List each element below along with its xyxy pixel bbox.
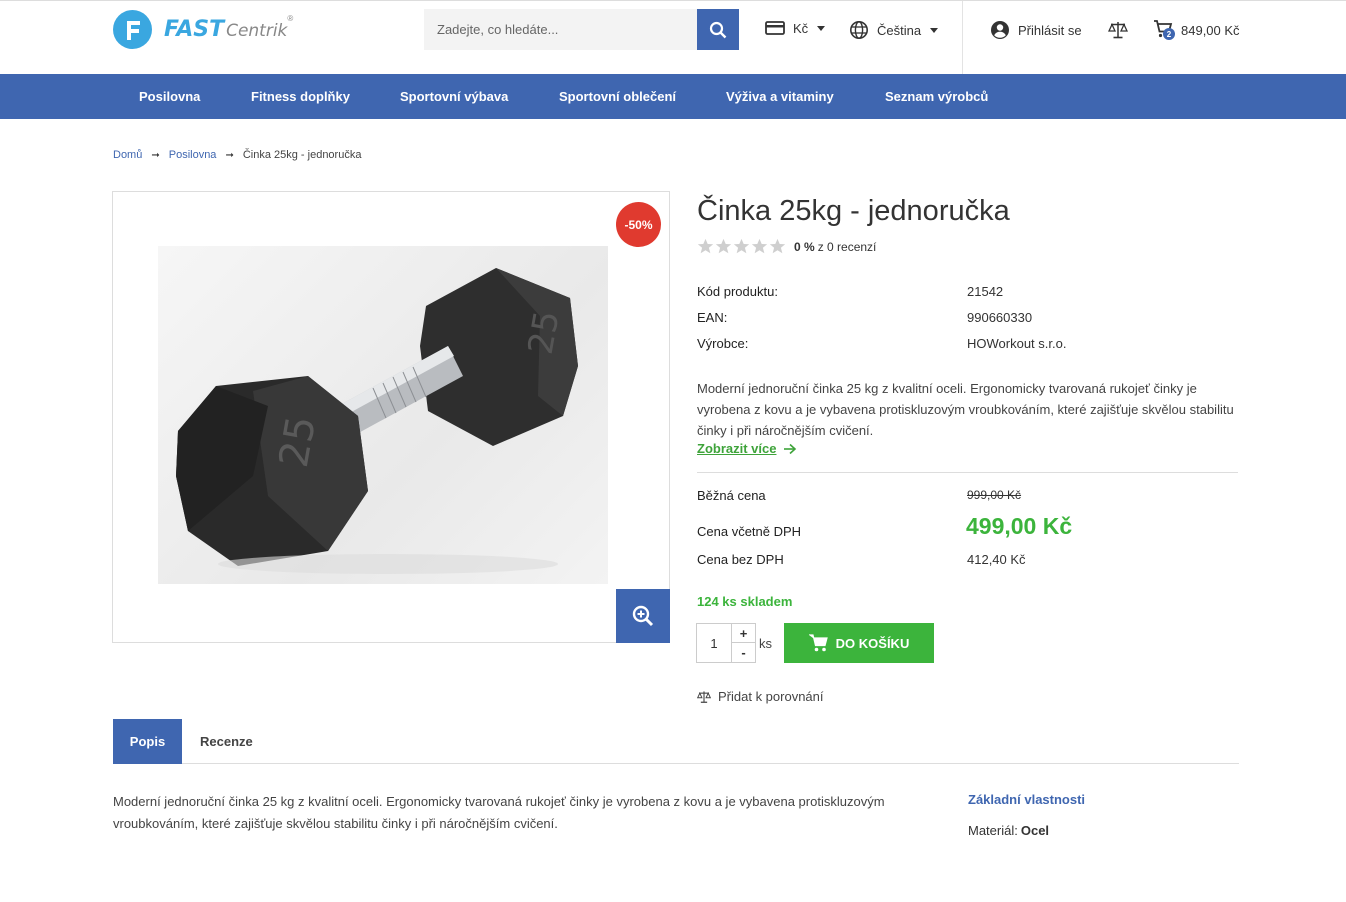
rating-count: z 0 recenzí: [817, 239, 877, 254]
zoom-icon: [632, 605, 654, 627]
chevron-down-icon: [930, 27, 939, 33]
login-label: Přihlásit se: [1018, 22, 1082, 38]
chevron-down-icon: [817, 25, 826, 31]
cart-link[interactable]: 2 849,00 Kč: [1153, 19, 1240, 41]
language-label: Čeština: [877, 22, 922, 38]
product-title: Činka 25kg - jednoručka: [697, 195, 1010, 227]
regular-price-label: Běžná cena: [697, 488, 766, 503]
breadcrumb: Domů ➞ Posilovna ➞ Činka 25kg - jednoruč…: [113, 149, 361, 161]
user-icon: [991, 21, 1009, 39]
property-material-label: Materiál:: [968, 823, 1018, 838]
nav-item-posilovna[interactable]: Posilovna: [139, 74, 200, 119]
regular-price: 999,00 Kč: [967, 488, 1022, 502]
spec-value-code: 21542: [967, 284, 1004, 299]
add-to-compare-label: Přidat k porovnání: [718, 689, 824, 704]
property-material-value: Ocel: [1020, 823, 1050, 838]
property-material: Materiál: Ocel: [968, 823, 1049, 838]
product-rating[interactable]: 0 % z 0 recenzí: [697, 238, 876, 255]
spec-value-manufacturer[interactable]: HOWorkout s.r.o.: [967, 336, 1066, 351]
price-net-label: Cena bez DPH: [697, 552, 784, 567]
stock-status: 124 ks skladem: [697, 594, 793, 609]
currency-selector[interactable]: Kč: [765, 20, 826, 36]
language-selector[interactable]: Čeština: [849, 20, 939, 40]
quantity-input[interactable]: 1: [697, 624, 732, 662]
short-description: Moderní jednoruční činka 25 kg z kvalitn…: [697, 381, 1234, 438]
card-icon: [765, 21, 785, 35]
main-navigation: Posilovna Fitness doplňky Sportovní výba…: [0, 74, 1346, 119]
breadcrumb-separator: ➞: [151, 149, 160, 161]
nav-item-fitness-doplnky[interactable]: Fitness doplňky: [251, 74, 350, 119]
star-icon: [697, 238, 714, 254]
star-icon: [715, 238, 732, 254]
cart-total: 849,00 Kč: [1181, 22, 1240, 38]
product-image-box: 25 25 -50%: [112, 191, 670, 643]
logo-text-main: FAST: [164, 17, 225, 42]
rating-percent: 0 %: [794, 239, 815, 254]
svg-text:25: 25: [521, 308, 568, 358]
price-vat: 499,00 Kč: [966, 513, 1073, 539]
quantity-unit: ks: [759, 636, 772, 651]
quantity-buttons: + -: [732, 624, 755, 662]
spec-label-ean: EAN:: [697, 310, 728, 325]
show-more-link[interactable]: Zobrazit více: [697, 441, 797, 456]
add-to-cart-label: DO KOŠÍKU: [835, 635, 910, 651]
spec-label-manufacturer: Výrobce:: [697, 336, 749, 351]
zoom-button[interactable]: [616, 589, 670, 643]
rating-stars: [697, 238, 787, 255]
star-icon: [769, 238, 786, 254]
login-link[interactable]: Přihlásit se: [990, 20, 1082, 40]
star-icon: [751, 238, 768, 254]
tab-recenze[interactable]: Recenze: [200, 719, 253, 764]
search-bar: [424, 9, 739, 50]
price-vat-label: Cena včetně DPH: [697, 524, 802, 539]
quantity-increase-button[interactable]: +: [732, 624, 755, 643]
scale-icon: [1108, 22, 1128, 39]
currency-label: Kč: [793, 20, 809, 36]
discount-badge: -50%: [616, 202, 661, 247]
properties-title: Základní vlastnosti: [968, 792, 1086, 807]
cart-icon-wrap: 2: [1153, 19, 1175, 41]
divider: [697, 472, 1238, 473]
search-input[interactable]: [424, 9, 697, 50]
cart-icon: [808, 634, 828, 652]
product-description: Moderní jednoruční činka 25 kg z kvalitn…: [113, 794, 885, 831]
globe-icon: [850, 21, 868, 39]
add-to-compare-link[interactable]: Přidat k porovnání: [697, 689, 824, 704]
product-tabs: Popis Recenze: [113, 719, 1239, 764]
search-icon: [709, 21, 727, 38]
spec-value-ean: 990660330: [967, 310, 1033, 325]
logo-text-sub: Centrik: [226, 21, 288, 41]
nav-item-sportovni-vybava[interactable]: Sportovní výbava: [400, 74, 508, 119]
nav-item-vyrobci[interactable]: Seznam výrobců: [885, 74, 988, 119]
logo-mark: [113, 10, 152, 49]
cart-count-badge: 2: [1163, 28, 1175, 40]
star-icon: [733, 238, 750, 254]
tab-popis[interactable]: Popis: [113, 719, 182, 764]
svg-text:25: 25: [271, 413, 325, 471]
nav-item-sportovni-obleceni[interactable]: Sportovní oblečení: [559, 74, 676, 119]
add-to-cart-button[interactable]: DO KOŠÍKU: [784, 623, 934, 663]
quantity-decrease-button[interactable]: -: [732, 643, 755, 662]
arrow-right-icon: [784, 443, 797, 454]
spec-label-code: Kód produktu:: [697, 284, 778, 299]
price-net: 412,40 Kč: [967, 552, 1026, 567]
logo-registered: ®: [287, 14, 294, 23]
compare-link[interactable]: [1108, 20, 1128, 40]
quantity-stepper: 1 + -: [696, 623, 756, 663]
breadcrumb-category[interactable]: Posilovna: [169, 149, 217, 161]
header-divider: [962, 1, 963, 75]
show-more-label: Zobrazit více: [697, 441, 777, 456]
breadcrumb-separator: ➞: [225, 149, 234, 161]
search-button[interactable]: [697, 9, 739, 50]
scale-icon: [697, 690, 711, 703]
nav-item-vyziva[interactable]: Výživa a vitaminy: [726, 74, 834, 119]
breadcrumb-current: Činka 25kg - jednoručka: [242, 149, 362, 161]
breadcrumb-home[interactable]: Domů: [113, 149, 142, 161]
product-image[interactable]: 25 25: [158, 246, 608, 584]
logo[interactable]: FAST Centrik ®: [113, 10, 293, 49]
header: FAST Centrik ® Kč Čeština Přihlásit se 2…: [0, 0, 1346, 75]
